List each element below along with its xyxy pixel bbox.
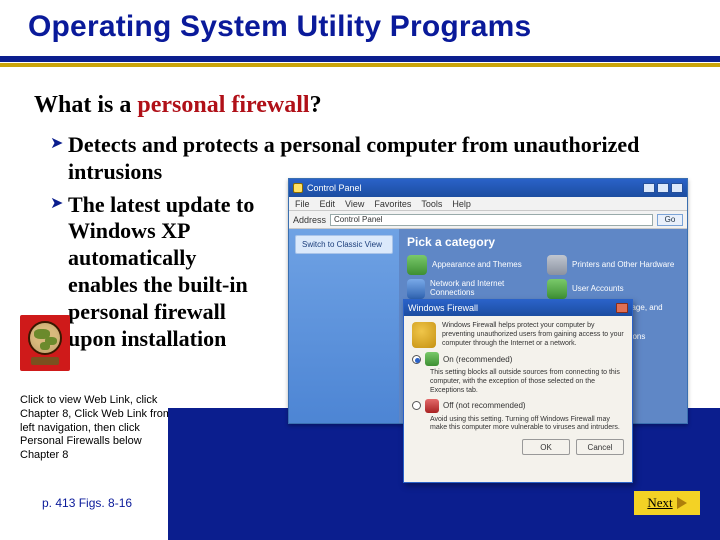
radio-dot-on [412, 355, 421, 364]
window-menubar: File Edit View Favorites Tools Help [289, 197, 687, 211]
category-item[interactable]: User Accounts [547, 279, 679, 299]
category-label: Printers and Other Hardware [572, 261, 674, 270]
next-button[interactable]: Next [634, 491, 700, 515]
window-titlebar: Control Panel [289, 179, 687, 197]
address-input[interactable]: Control Panel [330, 214, 653, 226]
question-lead: What is a [34, 92, 137, 118]
address-value: Control Panel [334, 215, 382, 224]
menu-item[interactable]: Favorites [374, 199, 411, 209]
useraccounts-icon [547, 279, 567, 299]
dialog-title: Windows Firewall [408, 303, 478, 313]
close-button[interactable] [671, 183, 683, 193]
cancel-button[interactable]: Cancel [576, 439, 624, 455]
ok-button[interactable]: OK [522, 439, 570, 455]
dialog-buttons: OK Cancel [412, 439, 624, 455]
question-tail: ? [310, 92, 322, 118]
minimize-button[interactable] [643, 183, 655, 193]
dialog-header-row: Windows Firewall helps protect your comp… [412, 322, 624, 348]
rule-gold [0, 63, 720, 67]
category-header: Pick a category [407, 235, 679, 249]
bullet-marker: ➤ [50, 132, 68, 156]
radio-on-label: On (recommended) [443, 355, 512, 364]
bullet-marker: ➤ [50, 192, 68, 216]
radio-on-desc: This setting blocks all outside sources … [430, 369, 624, 395]
page-reference: p. 413 Figs. 8-16 [42, 496, 132, 510]
slide-question: What is a personal firewall? [34, 92, 322, 119]
bullet-text: The latest update to Windows XP automati… [68, 192, 258, 353]
maximize-button[interactable] [657, 183, 669, 193]
shield-icon [412, 322, 436, 348]
printers-icon [547, 255, 567, 275]
address-label: Address [293, 215, 326, 225]
go-button[interactable]: Go [657, 214, 683, 226]
appearance-icon [407, 255, 427, 275]
category-item[interactable]: Appearance and Themes [407, 255, 539, 275]
close-icon[interactable] [616, 303, 628, 313]
control-panel-icon [293, 183, 303, 193]
category-label: Appearance and Themes [432, 261, 522, 270]
network-icon [407, 279, 425, 299]
right-pane: Pick a category Appearance and Themes Pr… [399, 229, 687, 423]
ok-label: OK [540, 443, 552, 452]
menu-item[interactable]: View [345, 199, 364, 209]
left-pane: Switch to Classic View [289, 229, 399, 423]
menu-item[interactable]: Help [452, 199, 471, 209]
category-label: User Accounts [572, 285, 624, 294]
radio-off[interactable]: Off (not recommended) [412, 399, 624, 413]
menu-item[interactable]: Edit [320, 199, 336, 209]
left-pane-card[interactable]: Switch to Classic View [295, 235, 393, 254]
radio-off-label: Off (not recommended) [443, 401, 526, 410]
window-title: Control Panel [307, 183, 362, 193]
dialog-titlebar: Windows Firewall [404, 300, 632, 316]
cancel-label: Cancel [588, 443, 613, 452]
shield-red-icon [425, 399, 439, 413]
weblink-caption: Click to view Web Link, click Chapter 8,… [20, 394, 180, 463]
switch-classic: Switch to Classic View [302, 240, 382, 249]
firewall-dialog: Windows Firewall Windows Firewall helps … [403, 299, 633, 483]
radio-off-desc: Avoid using this setting. Turning off Wi… [430, 416, 624, 434]
category-item[interactable]: Network and Internet Connections [407, 279, 539, 299]
address-bar: Address Control Panel Go [289, 211, 687, 229]
go-label: Go [665, 215, 676, 224]
question-keyword: personal firewall [137, 92, 309, 118]
menu-item[interactable]: Tools [421, 199, 442, 209]
rule-navy [0, 56, 720, 62]
arrow-right-icon [677, 497, 687, 509]
slide: Operating System Utility Programs What i… [0, 0, 720, 540]
category-item[interactable]: Printers and Other Hardware [547, 255, 679, 275]
title-rule [0, 56, 720, 67]
next-label: Next [647, 495, 672, 511]
globe-base [31, 357, 59, 365]
shield-green-icon [425, 352, 439, 366]
window-buttons [643, 183, 683, 193]
globe-icon [28, 321, 62, 355]
radio-dot-off [412, 401, 421, 410]
window-body: Switch to Classic View Pick a category A… [289, 229, 687, 423]
menu-item[interactable]: File [295, 199, 310, 209]
dialog-body: Windows Firewall helps protect your comp… [404, 316, 632, 461]
weblink-badge[interactable] [20, 315, 70, 371]
category-label: Network and Internet Connections [430, 280, 539, 298]
slide-title: Operating System Utility Programs [28, 10, 700, 44]
screenshot-control-panel: Control Panel File Edit View Favorites T… [288, 178, 688, 424]
radio-on[interactable]: On (recommended) [412, 352, 624, 366]
dialog-description: Windows Firewall helps protect your comp… [442, 322, 624, 348]
